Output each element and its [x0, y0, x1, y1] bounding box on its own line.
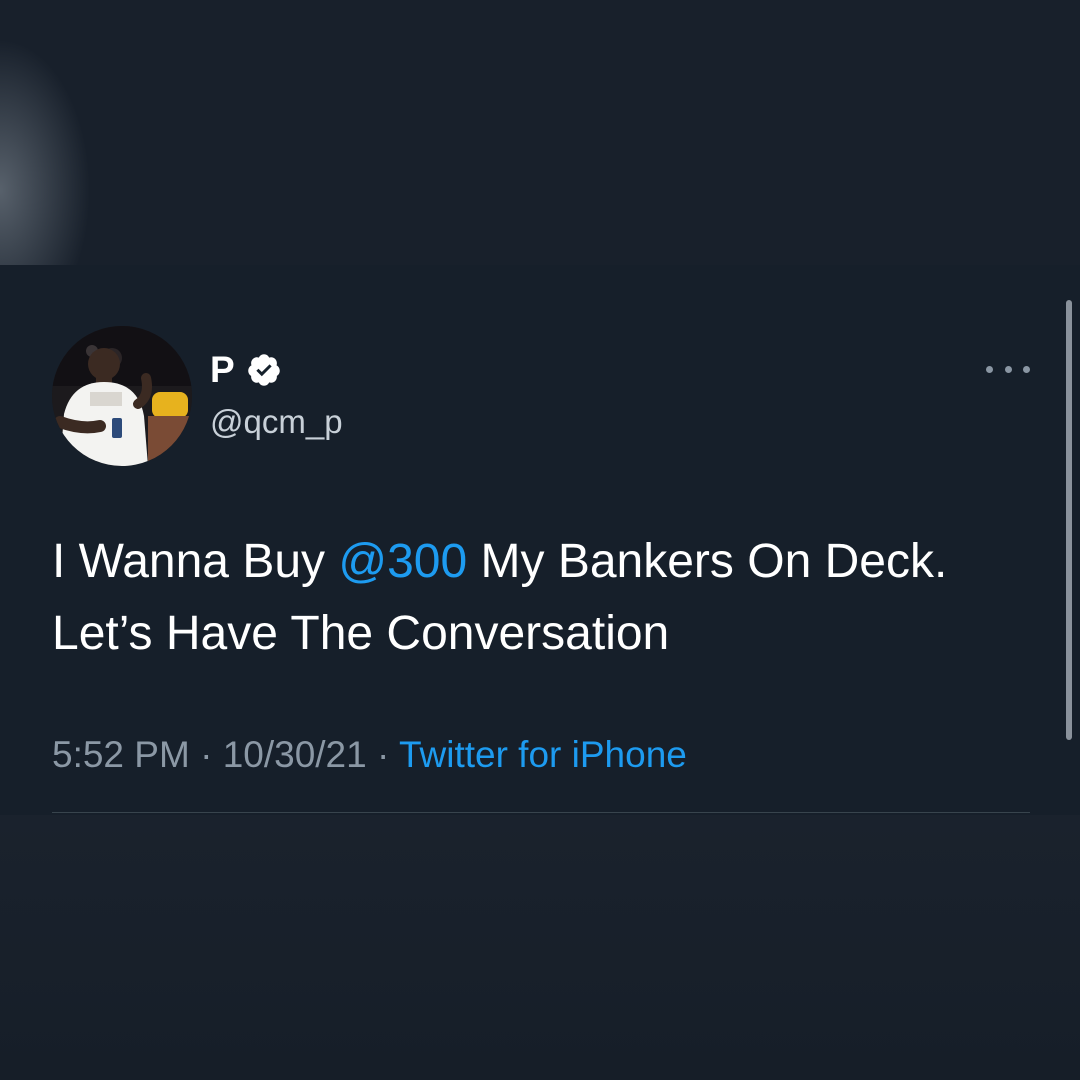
verified-badge-icon [248, 354, 280, 386]
scrollbar[interactable] [1066, 300, 1072, 740]
tweet-text-before: I Wanna Buy [52, 535, 339, 588]
more-options-icon[interactable] [986, 355, 1030, 383]
tweet-text: I Wanna Buy @300 My Bankers On Deck. Let… [52, 526, 1012, 670]
meta-separator: · [189, 734, 223, 775]
screenshot-frame: P @qcm_p I Wanna Buy @300 My Bankers On … [0, 0, 1080, 1080]
blurred-background-bottom [0, 815, 1080, 1080]
tweet-date[interactable]: 10/30/21 [223, 734, 367, 775]
display-name[interactable]: P [210, 348, 235, 392]
avatar[interactable] [52, 326, 192, 466]
blurred-background-top [0, 0, 1080, 265]
mention-link[interactable]: @300 [338, 535, 467, 588]
tweet-source-link[interactable]: Twitter for iPhone [399, 734, 687, 775]
more-dot [1023, 365, 1030, 373]
user-handle[interactable]: @qcm_p [210, 400, 343, 444]
divider [52, 812, 1030, 813]
more-dot [986, 365, 993, 373]
meta-separator: · [366, 734, 399, 775]
more-dot [1004, 365, 1012, 373]
tweet-time[interactable]: 5:52 PM [52, 734, 190, 775]
tweet-metadata: 5:52 PM · 10/30/21 · Twitter for iPhone [52, 732, 687, 778]
